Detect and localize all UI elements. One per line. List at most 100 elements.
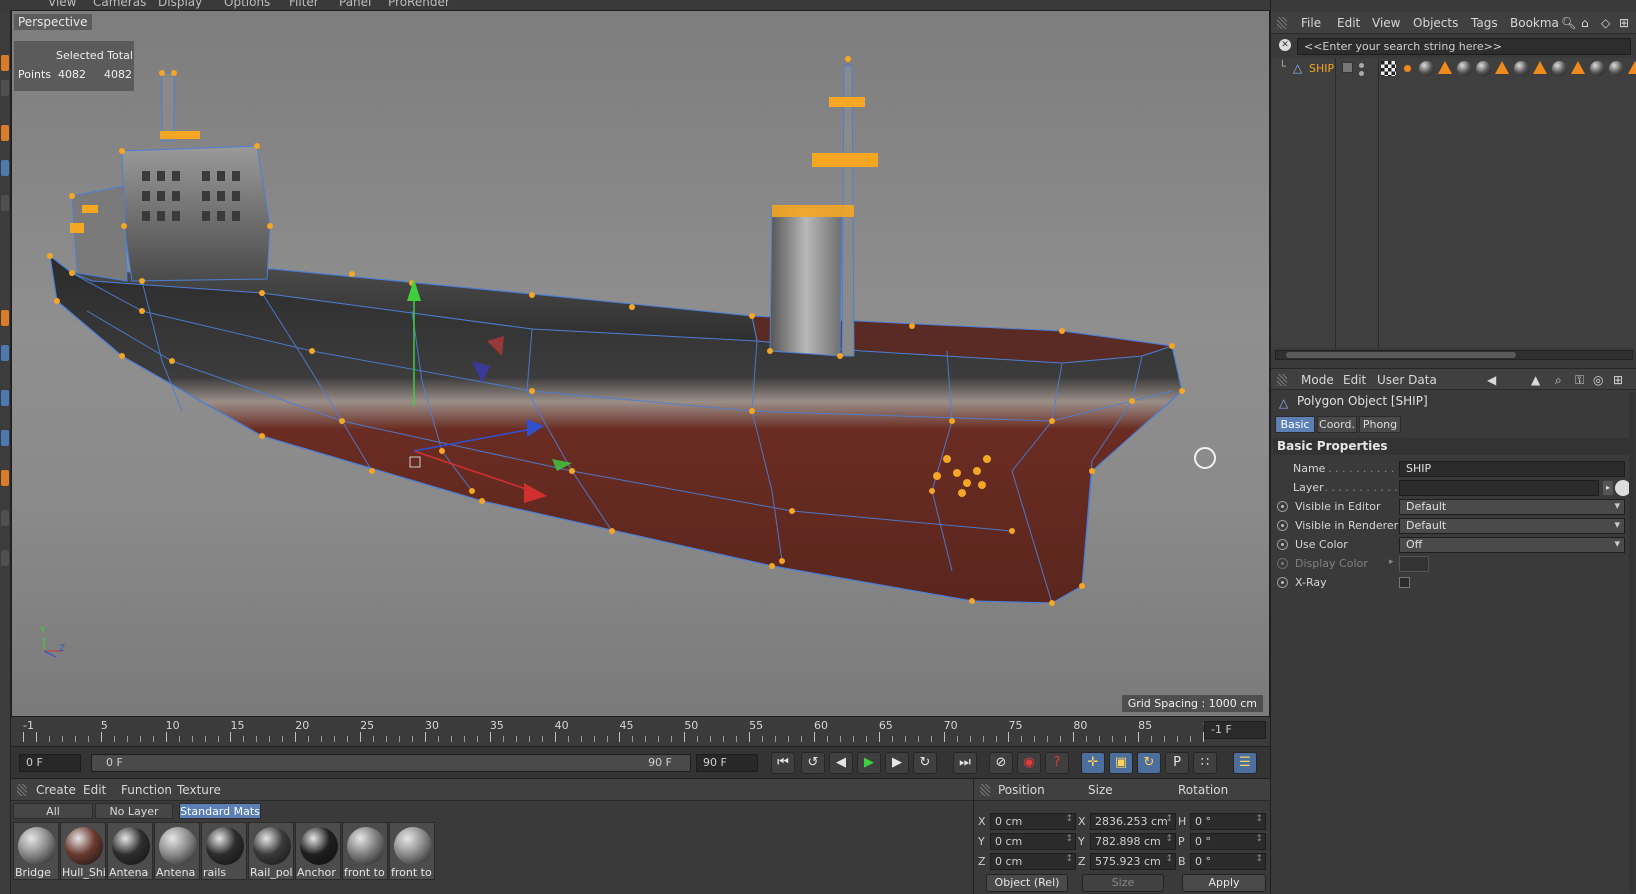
texture-tag-icon[interactable] <box>1495 61 1509 74</box>
start-frame-field[interactable]: 0 F <box>19 754 81 772</box>
object-row-ship[interactable]: └ △ SHIP <box>1271 60 1636 78</box>
selection-tag-icon[interactable] <box>1400 61 1415 76</box>
end-frame-field[interactable]: 90 F <box>696 754 758 772</box>
panel-grip-icon[interactable] <box>17 784 27 796</box>
back-arrow-icon[interactable]: ◀ <box>1487 373 1496 387</box>
menu-display[interactable]: Display <box>158 0 202 9</box>
apply-button[interactable]: Apply <box>1182 874 1266 892</box>
texture-tag-icon[interactable] <box>1571 61 1585 74</box>
material-tag-icon[interactable] <box>1457 61 1472 76</box>
object-name[interactable]: SHIP <box>1309 62 1334 75</box>
tool-button[interactable] <box>1 195 9 211</box>
material-tag-icon[interactable] <box>1514 61 1529 76</box>
display-color-swatch[interactable] <box>1399 556 1429 572</box>
object-horizontal-scrollbar[interactable] <box>1275 350 1633 360</box>
tool-button[interactable] <box>1 510 9 526</box>
frame-range-slider[interactable]: 0 F 90 F <box>91 754 691 772</box>
texture-tag-icon[interactable] <box>1628 61 1636 74</box>
obj-menu-tags[interactable]: Tags <box>1471 16 1498 30</box>
material-tag-icon[interactable] <box>1552 61 1567 76</box>
animate-radio-icon[interactable] <box>1277 539 1288 550</box>
layer-field[interactable] <box>1399 480 1599 496</box>
tool-button[interactable] <box>1 310 9 326</box>
next-key-button[interactable]: ↻ <box>913 752 937 774</box>
search-icon[interactable]: ⌕ <box>1555 373 1562 388</box>
3d-viewport[interactable]: Y Z Perspective Selected Total Points 40… <box>11 10 1270 717</box>
rot-p-field[interactable]: 0 ° <box>1190 833 1266 850</box>
point-level-button[interactable]: ∷ <box>1193 752 1217 774</box>
tool-button[interactable] <box>1 470 9 486</box>
texture-tag-icon[interactable] <box>1533 61 1547 74</box>
menu-options[interactable]: Options <box>224 0 270 9</box>
move-key-button[interactable]: ✛ <box>1081 752 1105 774</box>
obj-menu-objects[interactable]: Objects <box>1413 16 1458 30</box>
maximize-icon[interactable]: ⊞ <box>1619 16 1629 30</box>
ship-model[interactable] <box>12 11 1270 717</box>
tool-button[interactable] <box>1 80 9 96</box>
phong-tag-icon[interactable] <box>1381 61 1396 76</box>
mat-menu-texture[interactable]: Texture <box>177 783 221 797</box>
tool-button[interactable] <box>1 390 9 406</box>
size-mode-dropdown[interactable]: Size <box>1082 874 1164 892</box>
goto-end-button[interactable]: ⏭ <box>953 752 977 774</box>
obj-menu-file[interactable]: File <box>1301 16 1321 30</box>
play-button[interactable]: ▶ <box>857 752 881 774</box>
rot-b-field[interactable]: 0 ° <box>1190 853 1266 870</box>
pos-x-field[interactable]: 0 cm <box>990 813 1076 830</box>
current-frame-field[interactable]: -1 F <box>1204 721 1266 739</box>
texture-tag-icon[interactable] <box>1438 61 1452 74</box>
material-swatch[interactable]: Rail_pol <box>248 822 294 880</box>
animate-radio-icon[interactable] <box>1277 577 1288 588</box>
clear-search-icon[interactable]: ✕ <box>1279 39 1291 51</box>
material-tag-icon[interactable] <box>1590 61 1605 76</box>
prev-key-button[interactable]: ↺ <box>801 752 825 774</box>
material-swatch[interactable]: Anchor <box>295 822 341 880</box>
material-swatch[interactable]: Antena <box>107 822 153 880</box>
rot-h-field[interactable]: 0 ° <box>1190 813 1266 830</box>
mat-menu-create[interactable]: Create <box>36 783 76 797</box>
panel-grip-icon[interactable] <box>1277 17 1287 29</box>
scale-key-button[interactable]: ▣ <box>1109 752 1133 774</box>
record-button[interactable]: ◉ <box>1017 752 1041 774</box>
tab-basic[interactable]: Basic <box>1275 416 1315 433</box>
mat-tab-no-layer[interactable]: No Layer <box>95 803 173 819</box>
object-search-input[interactable]: <<Enter your search string here>> <box>1297 38 1631 55</box>
record-disabled-button[interactable]: ⊘ <box>989 752 1013 774</box>
visibility-dot-icon[interactable] <box>1359 71 1364 76</box>
attr-menu-user-data[interactable]: User Data <box>1377 373 1437 387</box>
visibility-dot-icon[interactable] <box>1359 63 1364 68</box>
prev-frame-button[interactable]: ◀ <box>829 752 853 774</box>
maximize-icon[interactable]: ⊞ <box>1613 373 1623 387</box>
panel-grip-icon[interactable] <box>1277 374 1287 386</box>
menu-filter[interactable]: Filter <box>289 0 319 9</box>
size-z-field[interactable]: 575.923 cm <box>1090 853 1176 870</box>
timeline-ruler[interactable]: -151015202530354045505560657075808590 -1… <box>11 717 1270 747</box>
material-swatch[interactable]: rails <box>201 822 247 880</box>
home-icon[interactable]: ⌂ <box>1581 16 1589 30</box>
material-tag-icon[interactable] <box>1609 61 1624 76</box>
material-swatch[interactable]: Antena <box>154 822 200 880</box>
pos-z-field[interactable]: 0 cm <box>990 853 1076 870</box>
name-input[interactable]: SHIP <box>1399 461 1625 477</box>
mat-menu-edit[interactable]: Edit <box>83 783 106 797</box>
param-key-button[interactable]: P <box>1165 752 1189 774</box>
settings-icon[interactable]: ◎ <box>1593 373 1603 387</box>
layer-icon[interactable] <box>1342 62 1353 73</box>
timeline-window-button[interactable]: ☰ <box>1233 752 1257 774</box>
search-icon[interactable]: 🔍︎ <box>1561 16 1576 30</box>
tool-button[interactable] <box>1 550 9 566</box>
size-x-field[interactable]: 2836.253 cm <box>1090 813 1176 830</box>
obj-menu-bookmarks[interactable]: Bookma <box>1510 16 1559 30</box>
obj-menu-edit[interactable]: Edit <box>1337 16 1360 30</box>
autokey-button[interactable]: ? <box>1045 752 1069 774</box>
material-tag-icon[interactable] <box>1476 61 1491 76</box>
obj-menu-view[interactable]: View <box>1372 16 1400 30</box>
goto-start-button[interactable]: ⏮ <box>771 752 795 774</box>
scroll-thumb[interactable] <box>1286 352 1516 358</box>
rotate-key-button[interactable]: ↻ <box>1137 752 1161 774</box>
menu-cameras[interactable]: Cameras <box>93 0 146 9</box>
attribute-scrollbar[interactable] <box>1629 392 1635 892</box>
mat-menu-function[interactable]: Function <box>121 783 172 797</box>
visible-editor-dropdown[interactable]: Default <box>1399 499 1625 515</box>
tool-button[interactable] <box>1 125 9 141</box>
